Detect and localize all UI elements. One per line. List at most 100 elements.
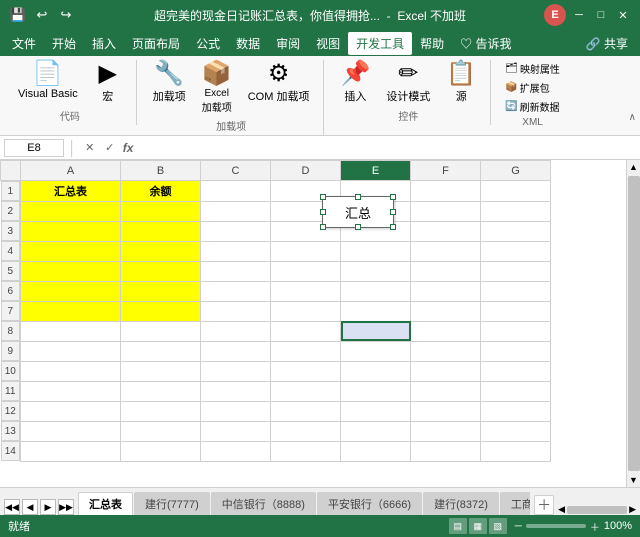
page-layout-view-button[interactable]: ▦: [469, 518, 487, 534]
cell-g4[interactable]: [481, 241, 551, 261]
sheet-tab-icbc[interactable]: 工商银...: [500, 492, 530, 515]
cell-b4[interactable]: [121, 241, 201, 261]
cell-a13[interactable]: [21, 421, 121, 441]
page-break-view-button[interactable]: ▧: [489, 518, 507, 534]
cell-f1[interactable]: [411, 181, 481, 202]
cell-g12[interactable]: [481, 401, 551, 421]
row-header-6[interactable]: 6: [1, 281, 21, 301]
handle-tm[interactable]: [355, 194, 361, 200]
addins-button[interactable]: 🔧 加载项: [147, 60, 192, 106]
normal-view-button[interactable]: ▤: [449, 518, 467, 534]
cell-a2[interactable]: [21, 201, 121, 221]
formula-confirm-button[interactable]: ✓: [101, 139, 119, 157]
cell-g13[interactable]: [481, 421, 551, 441]
cell-f7[interactable]: [411, 301, 481, 321]
cell-a9[interactable]: [21, 341, 121, 361]
cell-c5[interactable]: [201, 261, 271, 281]
col-header-b[interactable]: B: [121, 161, 201, 181]
cell-f2[interactable]: [411, 201, 481, 221]
cell-b3[interactable]: [121, 221, 201, 241]
row-header-8[interactable]: 8: [1, 321, 21, 341]
cell-g14[interactable]: [481, 441, 551, 461]
handle-tl[interactable]: [320, 194, 326, 200]
cell-a1[interactable]: 汇总表: [21, 181, 121, 202]
cell-f4[interactable]: [411, 241, 481, 261]
refresh-data-button[interactable]: 🔄 刷新数据: [501, 98, 564, 115]
row-header-5[interactable]: 5: [1, 261, 21, 281]
scroll-up-button[interactable]: ▲: [627, 160, 640, 174]
cell-d8[interactable]: [271, 321, 341, 341]
cell-f9[interactable]: [411, 341, 481, 361]
row-header-2[interactable]: 2: [1, 201, 21, 221]
cell-d12[interactable]: [271, 401, 341, 421]
cell-e8[interactable]: [341, 321, 411, 341]
visual-basic-button[interactable]: 📄 Visual Basic: [12, 60, 84, 102]
row-header-4[interactable]: 4: [1, 241, 21, 261]
cell-d10[interactable]: [271, 361, 341, 381]
cell-b7[interactable]: [121, 301, 201, 321]
cell-a14[interactable]: [21, 441, 121, 461]
add-sheet-button[interactable]: ＋: [534, 495, 554, 515]
cell-a10[interactable]: [21, 361, 121, 381]
cell-e5[interactable]: [341, 261, 411, 281]
menu-review[interactable]: 审阅: [268, 32, 308, 55]
cell-e6[interactable]: [341, 281, 411, 301]
cell-e14[interactable]: [341, 441, 411, 461]
menu-view[interactable]: 视图: [308, 32, 348, 55]
cell-f12[interactable]: [411, 401, 481, 421]
col-header-f[interactable]: F: [411, 161, 481, 181]
menu-share[interactable]: 🔗 共享: [578, 32, 636, 55]
cell-e10[interactable]: [341, 361, 411, 381]
cell-f6[interactable]: [411, 281, 481, 301]
cell-e7[interactable]: [341, 301, 411, 321]
cell-c11[interactable]: [201, 381, 271, 401]
menu-page-layout[interactable]: 页面布局: [124, 32, 188, 55]
cell-g9[interactable]: [481, 341, 551, 361]
cell-b12[interactable]: [121, 401, 201, 421]
cell-f8[interactable]: [411, 321, 481, 341]
menu-file[interactable]: 文件: [4, 32, 44, 55]
cell-c4[interactable]: [201, 241, 271, 261]
menu-developer[interactable]: 开发工具: [348, 32, 412, 55]
sheet-first-button[interactable]: ◀◀: [4, 499, 20, 515]
cell-b6[interactable]: [121, 281, 201, 301]
cell-reference-input[interactable]: [4, 139, 64, 157]
cell-g11[interactable]: [481, 381, 551, 401]
cell-b13[interactable]: [121, 421, 201, 441]
cell-e12[interactable]: [341, 401, 411, 421]
redo-icon[interactable]: ↪: [56, 5, 76, 25]
cell-g5[interactable]: [481, 261, 551, 281]
cell-f13[interactable]: [411, 421, 481, 441]
row-header-1[interactable]: 1: [1, 181, 21, 201]
handle-bm[interactable]: [355, 224, 361, 230]
zoom-out-button[interactable]: ─: [515, 521, 522, 532]
cell-a6[interactable]: [21, 281, 121, 301]
sheet-last-button[interactable]: ▶▶: [58, 499, 74, 515]
extension-pack-button[interactable]: 📦 扩展包: [501, 79, 564, 96]
save-icon[interactable]: 💾: [8, 5, 28, 25]
row-header-3[interactable]: 3: [1, 221, 21, 241]
scroll-down-button[interactable]: ▼: [627, 473, 640, 487]
cell-g6[interactable]: [481, 281, 551, 301]
com-addins-button[interactable]: ⚙ COM 加载项: [242, 60, 316, 106]
cell-a5[interactable]: [21, 261, 121, 281]
cell-d6[interactable]: [271, 281, 341, 301]
cell-c1[interactable]: [201, 181, 271, 202]
cell-a11[interactable]: [21, 381, 121, 401]
formula-cancel-button[interactable]: ✕: [81, 139, 99, 157]
cell-g10[interactable]: [481, 361, 551, 381]
cell-f10[interactable]: [411, 361, 481, 381]
scroll-right-button[interactable]: ▶: [629, 504, 636, 515]
cell-b5[interactable]: [121, 261, 201, 281]
vertical-scrollbar[interactable]: ▲ ▼: [626, 160, 640, 487]
cell-g3[interactable]: [481, 221, 551, 241]
text-box-shape[interactable]: 汇总: [322, 196, 394, 228]
design-mode-button[interactable]: ✏ 设计模式: [380, 60, 436, 106]
menu-formula[interactable]: 公式: [188, 32, 228, 55]
cell-g8[interactable]: [481, 321, 551, 341]
col-header-d[interactable]: D: [271, 161, 341, 181]
row-header-14[interactable]: 14: [1, 441, 21, 461]
cell-f11[interactable]: [411, 381, 481, 401]
cell-e11[interactable]: [341, 381, 411, 401]
horizontal-scroll-thumb[interactable]: [567, 506, 627, 514]
